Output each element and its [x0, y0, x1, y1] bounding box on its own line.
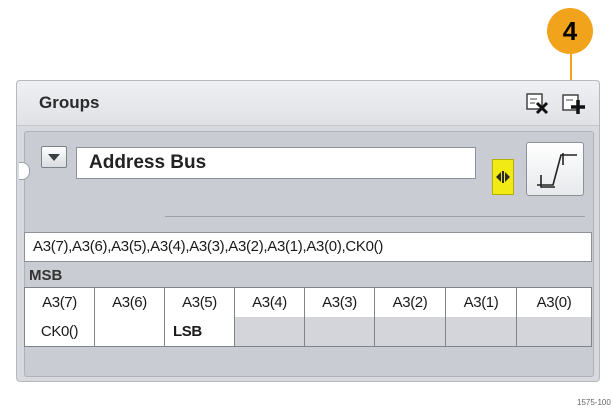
groups-panel: Groups Address Bus A3(7),A3(6),A3(5),A3(… [16, 80, 600, 382]
group-expand-dropdown[interactable] [41, 146, 67, 168]
bit-cell-empty [446, 317, 517, 346]
msb-label: MSB [29, 267, 63, 284]
group-color-button[interactable] [492, 159, 514, 195]
bit-cell[interactable]: A3(1) [446, 288, 517, 317]
bit-cell[interactable]: CK0() [25, 317, 95, 346]
panel-title: Groups [39, 93, 100, 112]
add-group-button[interactable] [561, 91, 585, 115]
bit-cell[interactable]: A3(6) [95, 288, 165, 317]
bit-cell[interactable]: A3(3) [305, 288, 375, 317]
bit-row-lsb: CK0() LSB [25, 317, 591, 346]
waveform-color-icon [496, 171, 510, 183]
rising-edge-icon [537, 153, 577, 188]
bit-cell[interactable]: A3(0) [517, 288, 591, 317]
bit-cell[interactable]: A3(5) [165, 288, 235, 317]
group-members-field[interactable]: A3(7),A3(6),A3(5),A3(4),A3(3),A3(2),A3(1… [24, 232, 592, 262]
figure-id: 1575-100 [577, 398, 611, 407]
group-divider [165, 216, 585, 217]
bit-cell[interactable] [95, 317, 165, 346]
group-notch [19, 162, 30, 180]
add-group-icon [562, 94, 585, 114]
trigger-edge-button[interactable] [526, 142, 584, 196]
callout-number: 4 [547, 8, 593, 54]
bit-row-msb: A3(7) A3(6) A3(5) A3(4) A3(3) A3(2) A3(1… [25, 288, 591, 318]
bit-cell-empty [305, 317, 375, 346]
delete-group-icon [526, 93, 549, 115]
delete-group-button[interactable] [525, 91, 549, 115]
bit-cell[interactable]: A3(7) [25, 288, 95, 317]
groups-header: Groups [17, 81, 599, 126]
group-name-field[interactable]: Address Bus [76, 147, 476, 179]
chevron-down-icon [48, 154, 60, 161]
bit-cell[interactable]: A3(4) [235, 288, 305, 317]
bit-order-grid: A3(7) A3(6) A3(5) A3(4) A3(3) A3(2) A3(1… [24, 287, 592, 347]
bit-cell-empty [375, 317, 446, 346]
bit-cell-empty [517, 317, 591, 346]
bit-cell-empty [235, 317, 305, 346]
lsb-label: LSB [165, 317, 235, 346]
group-item: Address Bus A3(7),A3(6),A3(5),A3(4),A3(3… [19, 131, 594, 377]
bit-cell[interactable]: A3(2) [375, 288, 446, 317]
